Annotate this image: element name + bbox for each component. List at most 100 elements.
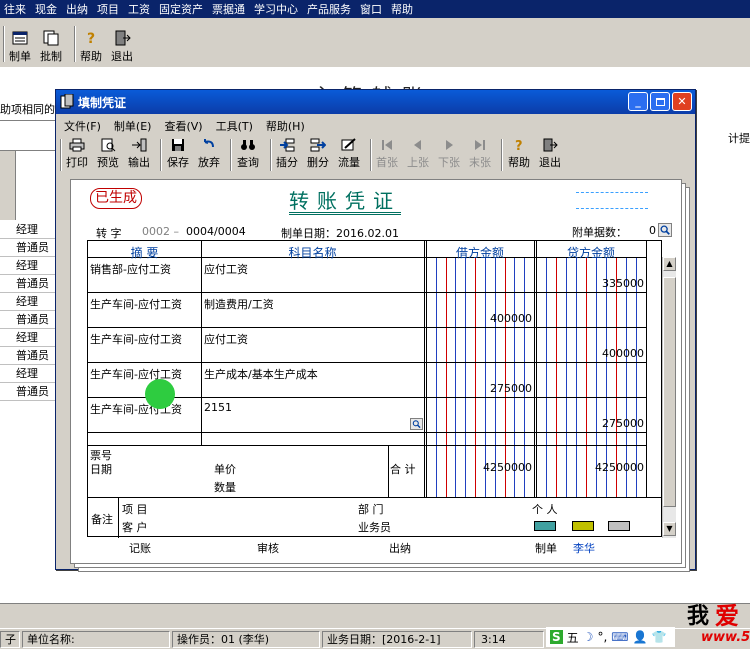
list-item[interactable]: 普通员 [0,311,56,329]
maximize-button[interactable] [650,92,670,111]
account-cell[interactable]: 制造费用/工资 [204,296,274,312]
exit-button[interactable]: 退出 [539,138,561,170]
prev-button[interactable]: 上张 [407,138,429,170]
delete-row-button[interactable]: 删分 [307,138,329,170]
scroll-down-icon[interactable]: ▼ [663,522,676,536]
exit-button[interactable]: 退出 [111,30,133,64]
user-icon[interactable]: 👤 [633,630,648,644]
cashier-label: 出纳 [389,542,411,555]
debit-cell[interactable]: 400000 [426,312,532,325]
preview-button[interactable]: 预览 [97,138,119,170]
help-button[interactable]: ? 帮助 [80,30,102,64]
menu-item[interactable]: 项目 [97,1,119,17]
list-item[interactable]: 经理 [0,329,56,347]
credit-cell[interactable]: 275000 [536,417,644,430]
divider [534,241,535,497]
card-icon[interactable] [534,521,556,531]
divider [201,241,202,445]
minimize-button[interactable]: _ [628,92,648,111]
menu-item[interactable]: 窗口 [360,1,382,17]
voucher-button[interactable]: 制单 [9,30,31,64]
menu-item[interactable]: 工资 [128,1,150,17]
list-item[interactable]: 普通员 [0,239,56,257]
summary-cell[interactable]: 销售部-应付工资 [90,261,171,277]
card-icon[interactable] [572,521,594,531]
export-icon [132,138,147,152]
menu-file[interactable]: 文件(F) [64,118,101,134]
print-button[interactable]: 打印 [66,138,88,170]
account-cell[interactable]: 2151 [204,401,232,414]
scroll-thumb[interactable] [663,277,676,507]
export-button[interactable]: 输出 [128,138,150,170]
ime-logo-icon[interactable]: S [550,630,563,644]
account-cell[interactable]: 生产成本/基本生产成本 [204,366,318,382]
account-cell[interactable]: 应付工资 [204,331,248,347]
toolbar-divider [160,139,162,171]
menu-voucher[interactable]: 制单(E) [114,118,152,134]
menu-item[interactable]: 帮助 [391,1,413,17]
list-item[interactable]: 经理 [0,221,56,239]
divider [646,241,647,497]
punct-icon[interactable]: °, [597,630,607,644]
unit-price-label: 单价 [214,463,236,476]
close-button[interactable]: ✕ [672,92,692,111]
first-button[interactable]: 首张 [376,138,398,170]
list-item[interactable]: 普通员 [0,275,56,293]
menu-tools[interactable]: 工具(T) [216,118,253,134]
attachment-lookup-button[interactable] [658,223,672,237]
last-button[interactable]: 末张 [469,138,491,170]
voucher-date[interactable]: 制单日期：2016.02.01 [281,225,399,241]
scroll-up-icon[interactable]: ▲ [663,257,676,271]
list-item[interactable]: 普通员 [0,383,56,401]
bookkeeper-label: 记账 [129,542,151,555]
list-item[interactable]: 普通员 [0,347,56,365]
dialog-titlebar[interactable]: 填制凭证 [56,90,695,114]
ime-mode[interactable]: 五 [567,629,579,646]
voucher-number: 0004/0004 [186,225,246,238]
summary-cell[interactable]: 生产车间-应付工资 [90,296,182,312]
menu-item[interactable]: 产品服务 [307,1,351,17]
credit-cell[interactable]: 400000 [536,347,644,360]
menu-help[interactable]: 帮助(H) [266,118,305,134]
query-button[interactable]: 查询 [237,138,259,170]
next-button[interactable]: 下张 [438,138,460,170]
attachments-count[interactable]: 0 [649,224,656,237]
list-item[interactable]: 经理 [0,293,56,311]
save-icon [172,139,184,151]
credit-cell[interactable]: 335000 [536,277,644,290]
keyboard-icon[interactable]: ⌨ [611,630,628,644]
list-item[interactable]: 经理 [0,365,56,383]
list-item[interactable]: 经理 [0,257,56,275]
moon-icon[interactable]: ☽ [583,630,594,644]
help-button[interactable]: ? 帮助 [508,138,530,170]
first-icon [382,140,392,150]
menu-view[interactable]: 查看(V) [164,118,202,134]
ime-toolbar[interactable]: S 五 ☽ °, ⌨ 👤 👕 [546,627,675,647]
save-button[interactable]: 保存 [167,138,189,170]
insert-row-button[interactable]: 插分 [276,138,298,170]
menu-item[interactable]: 出纳 [66,1,88,17]
voucher-type[interactable]: 转 字 [96,225,122,241]
skin-icon[interactable]: 👕 [652,630,667,644]
menu-item[interactable]: 票据通 [212,1,245,17]
cashflow-button[interactable]: 流量 [338,138,360,170]
help-icon: ? [515,139,523,152]
card-icon[interactable] [608,521,630,531]
summary-cell[interactable]: 生产车间-应付工资 [90,366,182,382]
menu-item[interactable]: 现金 [35,1,57,17]
vertical-scrollbar[interactable]: ▲ ▼ [662,257,676,538]
account-cell[interactable]: 应付工资 [204,261,248,277]
menu-item[interactable]: 学习中心 [254,1,298,17]
batch-button[interactable]: 批制 [40,30,62,64]
delete-row-icon [310,138,326,152]
menu-item[interactable]: 固定资产 [159,1,203,17]
account-lookup-button[interactable] [410,418,423,430]
undo-icon [204,139,214,148]
maximize-icon [655,97,665,106]
discard-button[interactable]: 放弃 [198,138,220,170]
toolbar-divider [270,139,272,171]
menu-item[interactable]: 往来 [4,1,26,17]
debit-cell[interactable]: 275000 [426,382,532,395]
summary-cell[interactable]: 生产车间-应付工资 [90,331,182,347]
background-grid: 经理 普通员 经理 普通员 经理 普通员 经理 普通员 经理 普通员 [0,150,56,404]
